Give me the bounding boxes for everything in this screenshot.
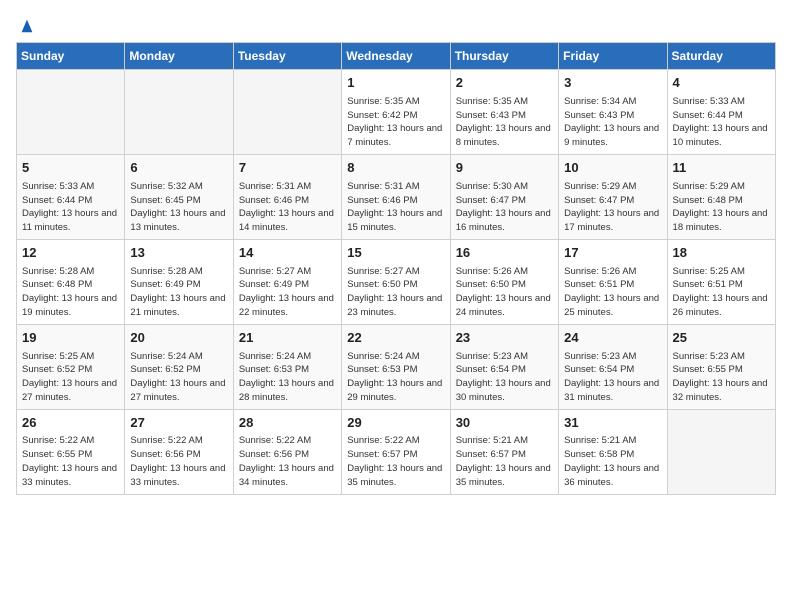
col-header-sunday: Sunday	[17, 43, 125, 70]
table-row: 15Sunrise: 5:27 AMSunset: 6:50 PMDayligh…	[342, 239, 450, 324]
table-row	[17, 70, 125, 155]
table-row: 23Sunrise: 5:23 AMSunset: 6:54 PMDayligh…	[450, 324, 558, 409]
table-row: 30Sunrise: 5:21 AMSunset: 6:57 PMDayligh…	[450, 409, 558, 494]
col-header-monday: Monday	[125, 43, 233, 70]
page-header	[16, 16, 776, 30]
table-row	[125, 70, 233, 155]
table-row: 31Sunrise: 5:21 AMSunset: 6:58 PMDayligh…	[559, 409, 667, 494]
table-row: 2Sunrise: 5:35 AMSunset: 6:43 PMDaylight…	[450, 70, 558, 155]
table-row: 6Sunrise: 5:32 AMSunset: 6:45 PMDaylight…	[125, 154, 233, 239]
table-row: 14Sunrise: 5:27 AMSunset: 6:49 PMDayligh…	[233, 239, 341, 324]
table-row: 3Sunrise: 5:34 AMSunset: 6:43 PMDaylight…	[559, 70, 667, 155]
table-row: 17Sunrise: 5:26 AMSunset: 6:51 PMDayligh…	[559, 239, 667, 324]
week-row-1: 1Sunrise: 5:35 AMSunset: 6:42 PMDaylight…	[17, 70, 776, 155]
table-row: 10Sunrise: 5:29 AMSunset: 6:47 PMDayligh…	[559, 154, 667, 239]
table-row: 11Sunrise: 5:29 AMSunset: 6:48 PMDayligh…	[667, 154, 775, 239]
table-row: 19Sunrise: 5:25 AMSunset: 6:52 PMDayligh…	[17, 324, 125, 409]
week-row-4: 19Sunrise: 5:25 AMSunset: 6:52 PMDayligh…	[17, 324, 776, 409]
table-row: 20Sunrise: 5:24 AMSunset: 6:52 PMDayligh…	[125, 324, 233, 409]
logo	[16, 16, 36, 30]
header-row: SundayMondayTuesdayWednesdayThursdayFrid…	[17, 43, 776, 70]
table-row: 24Sunrise: 5:23 AMSunset: 6:54 PMDayligh…	[559, 324, 667, 409]
logo-arrow-icon	[18, 16, 36, 34]
table-row	[233, 70, 341, 155]
table-row: 28Sunrise: 5:22 AMSunset: 6:56 PMDayligh…	[233, 409, 341, 494]
col-header-tuesday: Tuesday	[233, 43, 341, 70]
week-row-3: 12Sunrise: 5:28 AMSunset: 6:48 PMDayligh…	[17, 239, 776, 324]
table-row: 4Sunrise: 5:33 AMSunset: 6:44 PMDaylight…	[667, 70, 775, 155]
week-row-5: 26Sunrise: 5:22 AMSunset: 6:55 PMDayligh…	[17, 409, 776, 494]
table-row: 22Sunrise: 5:24 AMSunset: 6:53 PMDayligh…	[342, 324, 450, 409]
table-row: 29Sunrise: 5:22 AMSunset: 6:57 PMDayligh…	[342, 409, 450, 494]
table-row: 7Sunrise: 5:31 AMSunset: 6:46 PMDaylight…	[233, 154, 341, 239]
table-row: 21Sunrise: 5:24 AMSunset: 6:53 PMDayligh…	[233, 324, 341, 409]
col-header-friday: Friday	[559, 43, 667, 70]
calendar-table: SundayMondayTuesdayWednesdayThursdayFrid…	[16, 42, 776, 495]
table-row: 8Sunrise: 5:31 AMSunset: 6:46 PMDaylight…	[342, 154, 450, 239]
col-header-saturday: Saturday	[667, 43, 775, 70]
week-row-2: 5Sunrise: 5:33 AMSunset: 6:44 PMDaylight…	[17, 154, 776, 239]
col-header-thursday: Thursday	[450, 43, 558, 70]
col-header-wednesday: Wednesday	[342, 43, 450, 70]
table-row: 9Sunrise: 5:30 AMSunset: 6:47 PMDaylight…	[450, 154, 558, 239]
table-row: 12Sunrise: 5:28 AMSunset: 6:48 PMDayligh…	[17, 239, 125, 324]
table-row: 27Sunrise: 5:22 AMSunset: 6:56 PMDayligh…	[125, 409, 233, 494]
table-row: 13Sunrise: 5:28 AMSunset: 6:49 PMDayligh…	[125, 239, 233, 324]
table-row: 25Sunrise: 5:23 AMSunset: 6:55 PMDayligh…	[667, 324, 775, 409]
table-row: 18Sunrise: 5:25 AMSunset: 6:51 PMDayligh…	[667, 239, 775, 324]
table-row: 26Sunrise: 5:22 AMSunset: 6:55 PMDayligh…	[17, 409, 125, 494]
table-row: 5Sunrise: 5:33 AMSunset: 6:44 PMDaylight…	[17, 154, 125, 239]
table-row	[667, 409, 775, 494]
table-row: 16Sunrise: 5:26 AMSunset: 6:50 PMDayligh…	[450, 239, 558, 324]
table-row: 1Sunrise: 5:35 AMSunset: 6:42 PMDaylight…	[342, 70, 450, 155]
